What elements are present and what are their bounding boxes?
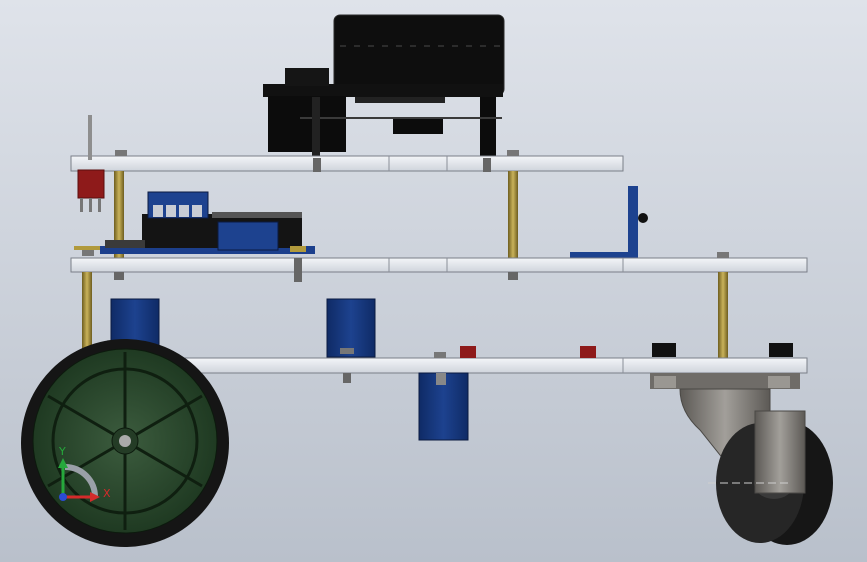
- motor-screw: [312, 97, 320, 157]
- screw-head: [434, 352, 446, 358]
- switch-pin: [80, 198, 83, 212]
- screw-head: [115, 150, 127, 156]
- triad-z-axis: [59, 493, 67, 501]
- board-spacer: [290, 246, 306, 252]
- screw-head: [483, 158, 491, 172]
- screw-head: [507, 150, 519, 156]
- bracket-base: [570, 252, 638, 258]
- connector: [580, 346, 596, 358]
- caster-side-plate: [754, 410, 806, 494]
- robot-assembly-view[interactable]: Y X: [0, 0, 867, 562]
- screw-head: [313, 158, 321, 172]
- wheel-axle: [119, 435, 131, 447]
- caster-nut: [654, 376, 676, 388]
- drive-wheel[interactable]: [21, 339, 229, 547]
- usb-connector: [217, 221, 279, 251]
- screw-head: [717, 252, 729, 258]
- standoff: [718, 272, 728, 358]
- header-pin: [179, 205, 189, 217]
- motor-flange: [355, 97, 445, 103]
- motor-support-leg: [480, 97, 496, 157]
- caster-bolt-head: [652, 343, 676, 357]
- caster-nut: [768, 376, 790, 388]
- connector: [460, 346, 476, 358]
- pin-header-strip: [212, 212, 302, 218]
- triad-y-label: Y: [58, 445, 66, 458]
- switch-body: [77, 169, 105, 199]
- switch-lever: [88, 115, 92, 160]
- switch-pin: [89, 198, 92, 212]
- cad-viewport[interactable]: Y X: [0, 0, 867, 562]
- motor-clamp: [393, 118, 443, 134]
- board-spacer: [74, 246, 100, 250]
- bracket-upright: [628, 186, 638, 252]
- top-plate[interactable]: [70, 155, 624, 172]
- standoff: [508, 171, 518, 258]
- box-screw: [436, 373, 446, 385]
- screw-nut: [114, 272, 124, 280]
- screw: [294, 258, 302, 282]
- capacitor-row: [105, 240, 145, 248]
- switch-pin: [98, 198, 101, 212]
- header-pin: [192, 205, 202, 217]
- screw: [343, 373, 351, 383]
- sensor-lens: [638, 213, 648, 223]
- gearbox: [268, 96, 346, 152]
- caster-bolt-head: [769, 343, 793, 357]
- gearbox-cap: [285, 68, 329, 86]
- screw-nut: [508, 272, 518, 280]
- screw-head: [82, 250, 94, 256]
- motor-body: [333, 14, 505, 96]
- screw-head: [340, 348, 354, 354]
- header-pin: [153, 205, 163, 217]
- middle-plate[interactable]: [70, 257, 808, 273]
- triad-x-label: X: [103, 487, 111, 500]
- header-pin: [166, 205, 176, 217]
